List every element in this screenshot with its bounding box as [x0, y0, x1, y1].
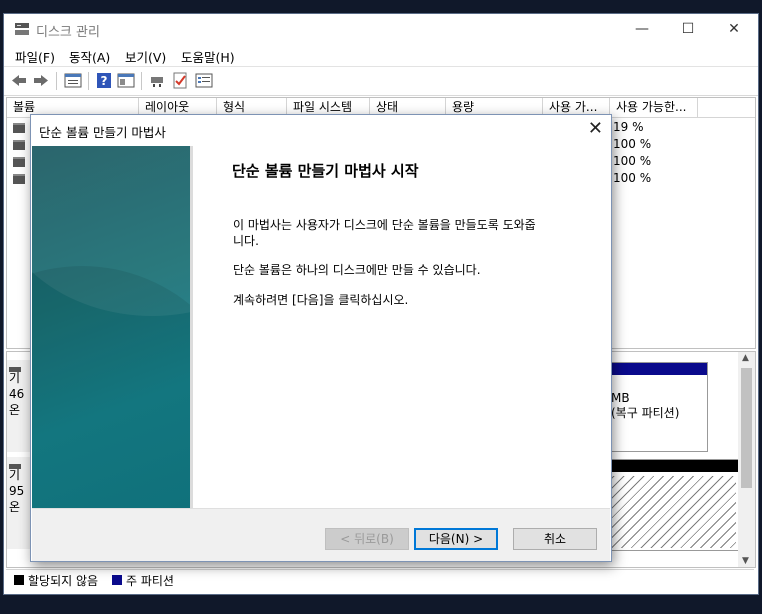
legend-bar: 할당되지 않음 주 파티션: [6, 569, 754, 590]
menu-action[interactable]: 동작(A): [69, 47, 110, 66]
menu-file[interactable]: 파일(F): [15, 47, 55, 66]
percent-free-value: 100 %: [613, 171, 652, 185]
wizard-single-disk-note: 단순 볼륨은 하나의 디스크에만 만들 수 있습니다.: [233, 263, 481, 277]
properties-icon[interactable]: [64, 72, 82, 89]
back-arrow-icon[interactable]: [10, 72, 28, 89]
menu-bar: 파일(F) 동작(A) 보기(V) 도움말(H): [4, 44, 758, 66]
scrollbar-thumb[interactable]: [741, 368, 752, 488]
unallocated-swatch: [14, 575, 24, 585]
maximize-icon: ☐: [681, 21, 695, 37]
volume-drive-icon: [13, 157, 25, 167]
legend-primary-partition: 주 파티션: [126, 574, 174, 588]
unallocated-partition[interactable]: [602, 459, 739, 551]
next-button[interactable]: 다음(N) >: [414, 528, 498, 550]
primary-partition-bar: [603, 363, 707, 375]
maximize-button[interactable]: ☐: [665, 14, 711, 44]
toolbar: ?: [4, 66, 758, 96]
disk-label-line: 기: [9, 371, 21, 385]
title-bar: 디스크 관리 — ☐ ✕: [4, 14, 758, 44]
svg-text:?: ?: [101, 74, 108, 88]
percent-free-value: 100 %: [613, 137, 652, 151]
disk-label-line: 95: [9, 484, 25, 498]
close-icon: ✕: [728, 21, 740, 37]
banner-divider: [190, 146, 193, 508]
wizard-intro-line1: 이 마법사는 사용자가 디스크에 단순 볼륨을 만들도록 도와줍: [233, 218, 536, 232]
cancel-button[interactable]: 취소: [513, 528, 597, 550]
back-button[interactable]: < 뒤로(B): [325, 528, 409, 550]
legend-unallocated: 할당되지 않음: [28, 574, 99, 588]
recovery-partition[interactable]: MB (복구 파티션): [602, 362, 708, 452]
column-percent-free[interactable]: 사용 가능한...: [610, 98, 698, 117]
help-icon[interactable]: ?: [95, 72, 113, 89]
partition-size: MB: [611, 391, 630, 405]
toolbar-separator: [88, 72, 89, 90]
primary-partition-swatch: [112, 575, 122, 585]
wizard-close-icon[interactable]: ✕: [588, 118, 603, 139]
disk-label-line: 기: [9, 468, 21, 482]
scroll-down-icon[interactable]: ▼: [742, 556, 749, 566]
volume-drive-icon: [13, 174, 25, 184]
wizard-banner-image: [32, 146, 190, 508]
disk-label-line: 온: [9, 403, 21, 417]
check-icon[interactable]: [172, 72, 190, 89]
minimize-icon: —: [635, 21, 649, 37]
volume-drive-icon: [13, 140, 25, 150]
window-title: 디스크 관리: [36, 25, 100, 40]
partition-description: (복구 파티션): [611, 406, 680, 420]
new-simple-volume-wizard: 단순 볼륨 만들기 마법사 ✕ 단순 볼륨 만들기 마법사 시작 이 마법사는 …: [30, 114, 612, 562]
scroll-up-icon[interactable]: ▲: [742, 353, 749, 363]
minimize-button[interactable]: —: [619, 14, 665, 44]
toolbar-separator: [56, 72, 57, 90]
unallocated-hatch: [605, 476, 736, 548]
menu-help[interactable]: 도움말(H): [181, 47, 235, 66]
close-button[interactable]: ✕: [711, 14, 757, 44]
connect-icon[interactable]: [149, 72, 167, 89]
list-icon[interactable]: [195, 72, 213, 89]
forward-arrow-icon[interactable]: [32, 72, 50, 89]
disk-management-app-icon: [15, 23, 29, 35]
toolbar-separator: [141, 72, 142, 90]
disk-label-line: 46: [9, 387, 25, 401]
disk-0-label[interactable]: 기 46 온: [7, 360, 31, 452]
disk-1-label[interactable]: 기 95 온: [7, 457, 31, 549]
unallocated-bar: [603, 460, 738, 472]
disk-panel-scrollbar[interactable]: ▲ ▼: [738, 352, 755, 567]
disk-label-line: 온: [9, 500, 21, 514]
wizard-button-bar: < 뒤로(B) 다음(N) > 취소: [32, 508, 610, 561]
wizard-continue-note: 계속하려면 [다음]을 클릭하십시오.: [233, 293, 409, 307]
percent-free-value: 19 %: [613, 120, 644, 134]
wizard-heading: 단순 볼륨 만들기 마법사 시작: [232, 162, 419, 180]
view-icon[interactable]: [117, 72, 135, 89]
wizard-intro-line2: 니다.: [233, 234, 259, 248]
wizard-title: 단순 볼륨 만들기 마법사: [39, 125, 166, 140]
volume-drive-icon: [13, 123, 25, 133]
menu-view[interactable]: 보기(V): [125, 47, 166, 66]
percent-free-value: 100 %: [613, 154, 652, 168]
